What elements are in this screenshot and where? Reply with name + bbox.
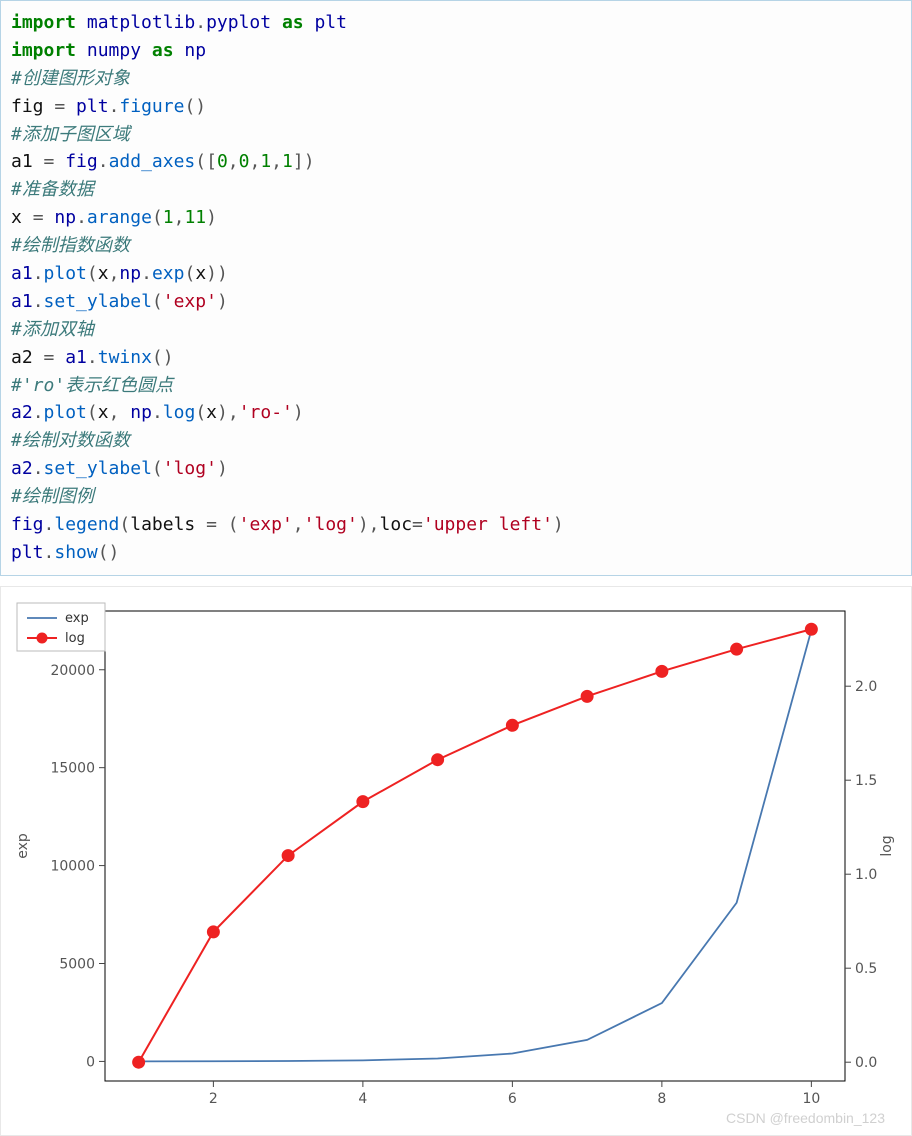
chart-output: 2 4 6 8 10 0 5000 10000 15000 20000 0.0 0.5 1.0 1.5 2.… (0, 586, 912, 1136)
y-left-tick-label: 15000 (50, 760, 95, 776)
y-right-tick-label: 0.5 (855, 961, 877, 977)
legend (17, 603, 105, 651)
marker-icon (731, 643, 743, 655)
marker-icon (133, 1056, 145, 1068)
y-left-tick-label: 10000 (50, 858, 95, 874)
y-left-tick-label: 5000 (59, 956, 95, 972)
marker-icon (432, 754, 444, 766)
marker-icon (506, 719, 518, 731)
y-left-tick-label: 20000 (50, 663, 95, 679)
x-tick-label: 6 (508, 1091, 517, 1107)
twin-axis-chart: 2 4 6 8 10 0 5000 10000 15000 20000 0.0 0.5 1.0 1.5 2.… (5, 591, 905, 1131)
python-code-block: import matplotlib.pyplot as plt import n… (0, 0, 912, 576)
marker-icon (282, 849, 294, 861)
y-left-tick-label: 0 (86, 1054, 95, 1070)
marker-icon (805, 623, 817, 635)
marker-icon (207, 926, 219, 938)
y-right-label: log (879, 835, 895, 856)
legend-label-exp: exp (65, 611, 89, 626)
series-exp (139, 630, 812, 1061)
y-left-label: exp (15, 833, 31, 859)
y-right-tick-label: 2.0 (855, 679, 877, 695)
y-right-tick-label: 1.5 (855, 773, 877, 789)
x-tick-label: 2 (209, 1091, 218, 1107)
y-right-tick-label: 1.0 (855, 867, 877, 883)
plot-frame (105, 611, 845, 1081)
marker-icon (656, 665, 668, 677)
legend-label-log: log (65, 631, 85, 646)
marker-icon (581, 690, 593, 702)
marker-icon (357, 795, 369, 807)
series-log (139, 629, 812, 1062)
watermark-text: CSDN @freedombin_123 (726, 1110, 885, 1126)
x-tick-label: 10 (802, 1091, 820, 1107)
y-right-tick-label: 0.0 (855, 1055, 877, 1071)
x-tick-label: 4 (358, 1091, 367, 1107)
x-tick-label: 8 (657, 1091, 666, 1107)
